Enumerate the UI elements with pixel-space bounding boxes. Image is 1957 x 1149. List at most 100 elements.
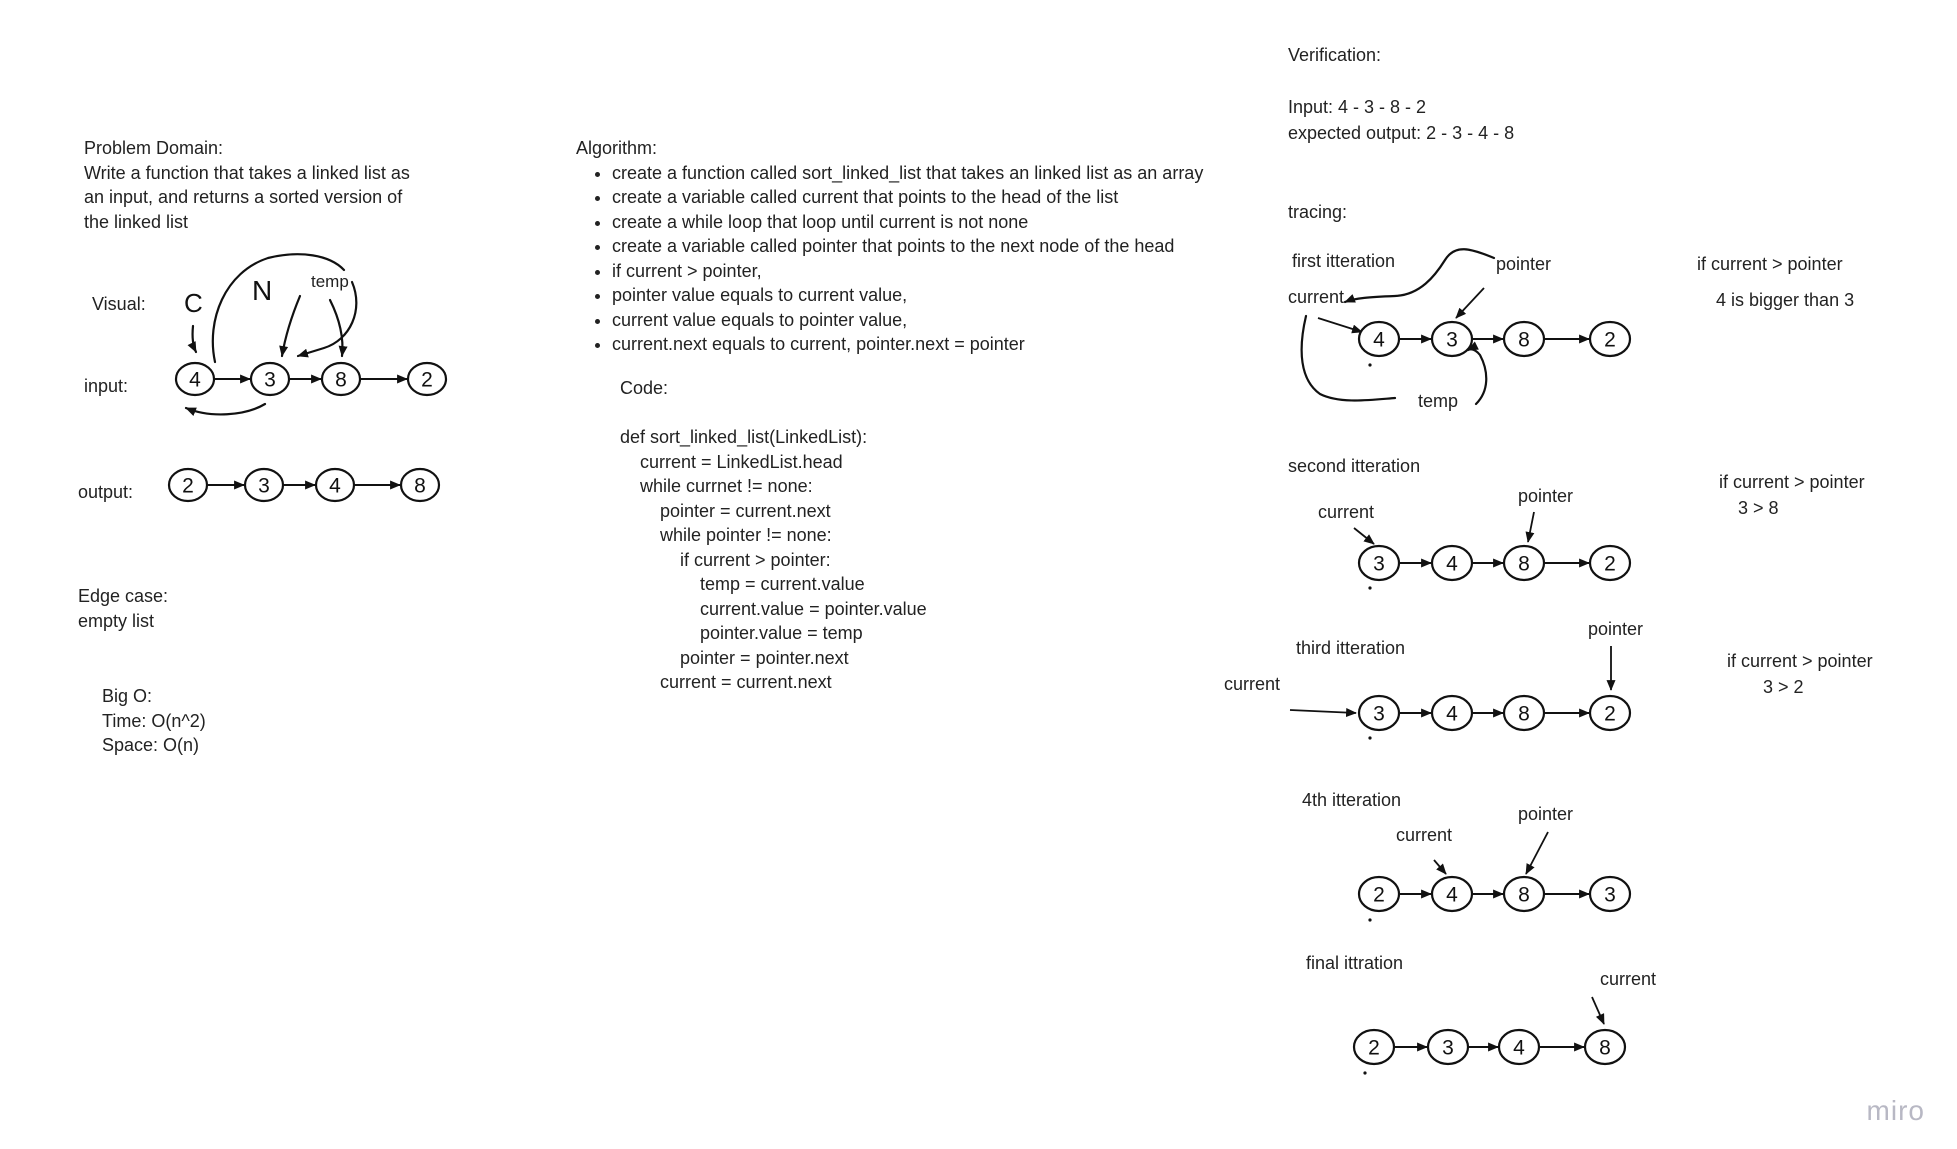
list-node: 4 (314, 467, 356, 503)
sketch-temp-arrow (296, 280, 358, 358)
iteration-4-pointer-arrow (1525, 831, 1549, 875)
iteration-2-pointer-arrow (1525, 511, 1535, 543)
node-value: 3 (1442, 1037, 1454, 1060)
list-node: 4 (1357, 320, 1401, 358)
list-node: 2 (1588, 320, 1632, 358)
sketch-loop-arrow (211, 253, 346, 364)
diagram-board: C N temp 4 3 8 2 2 3 4 8 first itteration current… (167, 248, 1656, 1075)
node-value: 3 (1446, 329, 1458, 352)
iteration-3-list: 3 4 8 2 (1357, 694, 1632, 732)
list-node: 8 (1502, 544, 1546, 582)
node-value: 2 (421, 369, 433, 392)
head-tick (1363, 1071, 1367, 1075)
iteration-2-title: second itteration (1288, 456, 1420, 476)
iteration-5-current-label: current (1600, 969, 1656, 989)
list-node: 3 (249, 361, 291, 397)
list-node: 2 (167, 467, 209, 503)
sketch-c-mark: C (184, 288, 203, 318)
iteration-5-list: 2 3 4 8 (1352, 1028, 1627, 1066)
output-list: 2 3 4 8 (167, 467, 441, 503)
iteration-1-title: first itteration (1292, 251, 1395, 271)
iteration-4-current-label: current (1396, 825, 1452, 845)
list-node: 2 (1352, 1028, 1396, 1066)
node-value: 4 (189, 369, 201, 392)
iteration-2-pointer-label: pointer (1518, 486, 1573, 506)
iteration-1-temp-label: temp (1418, 391, 1458, 411)
iteration-1-current-label: current (1288, 287, 1344, 307)
list-node: 2 (1588, 694, 1632, 732)
node-value: 3 (1604, 884, 1616, 907)
iteration-3-pointer-label: pointer (1588, 619, 1643, 639)
list-node: 3 (243, 467, 285, 503)
list-node: 8 (320, 361, 362, 397)
list-node: 8 (1583, 1028, 1627, 1066)
list-node: 3 (1357, 694, 1401, 732)
node-value: 8 (414, 475, 426, 498)
iteration-4-title: 4th itteration (1302, 790, 1401, 810)
node-value: 3 (1373, 703, 1385, 726)
list-node: 3 (1430, 320, 1474, 358)
iteration-2-current-label: current (1318, 502, 1374, 522)
list-node: 8 (1502, 694, 1546, 732)
iteration-3-current-label: current (1224, 674, 1280, 694)
node-value: 2 (1373, 884, 1385, 907)
iteration-4-current-arrow (1433, 859, 1447, 875)
iteration-3-current-arrow (1289, 708, 1357, 718)
node-value: 2 (182, 475, 194, 498)
list-node: 4 (1430, 875, 1474, 913)
node-value: 8 (1518, 703, 1530, 726)
node-value: 8 (1518, 553, 1530, 576)
head-tick (1368, 586, 1372, 590)
list-node: 2 (1588, 544, 1632, 582)
sketch-c-arrow (187, 324, 198, 354)
iteration-2-current-arrow (1353, 527, 1375, 545)
iteration-2-list: 3 4 8 2 (1357, 544, 1632, 582)
iteration-5-title: final ittration (1306, 953, 1403, 973)
node-value: 4 (1373, 329, 1385, 352)
iteration-5-current-arrow (1591, 996, 1605, 1025)
iteration-1-current-arrow (1317, 317, 1363, 334)
node-value: 2 (1604, 703, 1616, 726)
list-node: 4 (1497, 1028, 1541, 1066)
node-value: 8 (1518, 884, 1530, 907)
node-value: 8 (1599, 1037, 1611, 1060)
node-value: 4 (329, 475, 341, 498)
list-node: 4 (1430, 694, 1474, 732)
sketch-mid-arrow (328, 298, 348, 358)
list-node: 3 (1357, 544, 1401, 582)
input-list: 4 3 8 2 (174, 361, 448, 397)
iteration-1-pointer-label: pointer (1496, 254, 1551, 274)
list-node: 2 (406, 361, 448, 397)
node-value: 4 (1446, 553, 1458, 576)
iteration-4-list: 2 4 8 3 (1357, 875, 1632, 913)
list-node: 4 (174, 361, 216, 397)
iteration-1-pointer-arrow (1455, 287, 1485, 319)
node-value: 3 (258, 475, 270, 498)
node-value: 4 (1513, 1037, 1525, 1060)
list-node: 3 (1588, 875, 1632, 913)
node-value: 2 (1368, 1037, 1380, 1060)
node-value: 2 (1604, 553, 1616, 576)
node-value: 3 (1373, 553, 1385, 576)
node-value: 4 (1446, 703, 1458, 726)
list-node: 8 (1502, 875, 1546, 913)
node-value: 8 (335, 369, 347, 392)
iteration-1-list: 4 3 8 2 (1357, 320, 1632, 358)
iteration-4-pointer-label: pointer (1518, 804, 1573, 824)
list-node: 8 (1502, 320, 1546, 358)
node-value: 3 (264, 369, 276, 392)
sketch-n-mark: N (252, 275, 272, 306)
head-tick (1368, 918, 1372, 922)
iteration-3-title: third itteration (1296, 638, 1405, 658)
head-tick (1368, 736, 1372, 740)
list-node: 3 (1426, 1028, 1470, 1066)
sketch-temp-mark: temp (311, 272, 349, 291)
sketch-back-arrow (184, 402, 267, 416)
linked-lists: 4 3 8 2 2 3 4 8 first itteration current pointer te… (167, 251, 1656, 1075)
miro-logo: miro (1866, 1095, 1925, 1126)
list-node: 4 (1430, 544, 1474, 582)
list-node: 2 (1357, 875, 1401, 913)
list-node: 8 (399, 467, 441, 503)
sketch-swap-arrow (279, 294, 302, 358)
node-value: 4 (1446, 884, 1458, 907)
